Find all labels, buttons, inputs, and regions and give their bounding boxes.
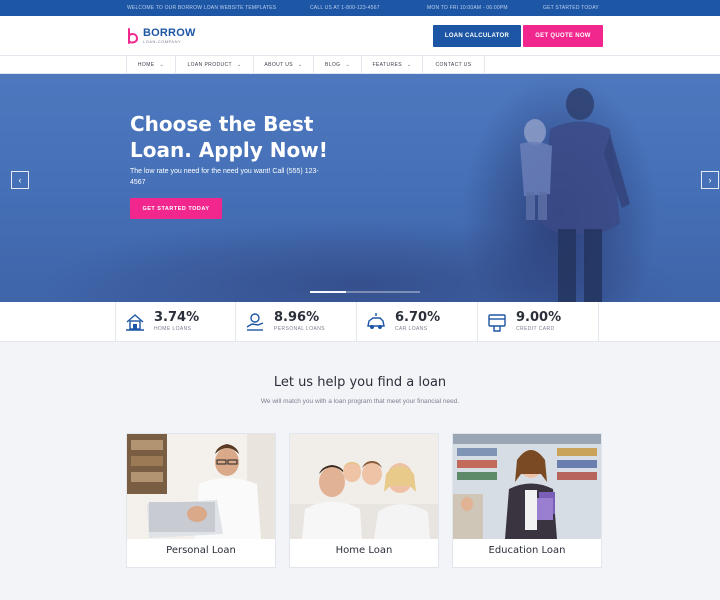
rate-value: 8.96%: [274, 310, 320, 325]
hero-slider: Choose the Best Loan. Apply Now! The low…: [0, 74, 720, 302]
card-label: Home Loan: [335, 545, 393, 556]
rate-label: PERSONAL LOANS: [274, 326, 325, 332]
brand-name: BORROW: [143, 27, 196, 39]
slider-progress-fill: [310, 291, 347, 293]
nav-item-features[interactable]: FEATURES ⌄: [362, 56, 423, 74]
loan-card-home[interactable]: Home Loan: [289, 433, 439, 568]
credit-card-icon: [488, 314, 506, 332]
rate-credit-card[interactable]: 9.00% CREDIT CARD: [478, 302, 599, 342]
rate-value: 9.00%: [516, 310, 562, 325]
rate-label: HOME LOANS: [154, 326, 192, 332]
hero-background-photo: [520, 88, 630, 302]
site-header: BORROW LOAN-COMPANY LOAN CALCULATOR GET …: [0, 16, 720, 55]
hours-text: MON TO FRI 10:00AM - 06:00PM: [427, 5, 508, 11]
top-info-bar: WELCOME TO OUR BORROW LOAN WEBSITE TEMPL…: [0, 0, 720, 16]
hand-money-icon: [246, 313, 264, 331]
slider-next-button[interactable]: ›: [701, 171, 719, 189]
nav-item-loan-product[interactable]: LOAN PRODUCT ⌄: [176, 56, 254, 74]
hero-subtitle: The low rate you need for the need you w…: [130, 168, 319, 186]
nav-item-label: ABOUT US: [264, 62, 294, 68]
brand-logo[interactable]: BORROW LOAN-COMPANY: [127, 23, 196, 49]
hero-title: Choose the Best Loan. Apply Now!: [130, 112, 328, 162]
welcome-text: WELCOME TO OUR BORROW LOAN WEBSITE TEMPL…: [127, 5, 277, 11]
nav-item-label: HOME: [137, 62, 155, 68]
rate-value: 3.74%: [154, 310, 200, 325]
chevron-left-icon: ‹: [18, 175, 22, 185]
nav-item-about-us[interactable]: ABOUT US ⌄: [254, 56, 314, 74]
logo-b-icon: [127, 27, 139, 45]
rate-value: 6.70%: [395, 310, 441, 325]
card-label: Personal Loan: [166, 545, 236, 556]
house-icon: [126, 314, 144, 331]
chevron-down-icon: ⌄: [159, 62, 165, 68]
nav-item-label: FEATURES: [372, 62, 402, 68]
card-image: [127, 434, 275, 539]
nav-item-home[interactable]: HOME ⌄: [126, 56, 176, 74]
get-quote-button[interactable]: GET QUOTE NOW: [523, 25, 603, 47]
main-nav: HOME ⌄ LOAN PRODUCT ⌄ ABOUT US ⌄ BLOG ⌄ FEAT…: [0, 55, 720, 74]
rates-bar: 3.74% HOME LOANS 8.96% PERSONAL LOANS 6.…: [0, 302, 720, 342]
card-image: [290, 434, 438, 539]
brand-tagline: LOAN-COMPANY: [143, 39, 182, 44]
card-image: [453, 434, 601, 539]
nav-item-contact-us[interactable]: CONTACT US: [423, 56, 485, 74]
car-icon: [367, 313, 385, 329]
slider-prev-button[interactable]: ‹: [11, 171, 29, 189]
nav-item-blog[interactable]: BLOG ⌄: [314, 56, 362, 74]
nav-item-label: BLOG: [324, 62, 341, 68]
chevron-down-icon: ⌄: [236, 62, 242, 68]
chevron-down-icon: ⌄: [406, 62, 412, 68]
rate-label: CREDIT CARD: [516, 326, 555, 332]
loan-calculator-button[interactable]: LOAN CALCULATOR: [433, 25, 521, 47]
chevron-right-icon: ›: [708, 175, 712, 185]
nav-item-label: LOAN PRODUCT: [187, 62, 232, 68]
section-title: Let us help you find a loan: [273, 375, 447, 390]
chevron-down-icon: ⌄: [298, 62, 303, 68]
card-label: Education Loan: [488, 545, 566, 556]
loan-card-education[interactable]: Education Loan: [452, 433, 602, 568]
loan-card-personal[interactable]: Personal Loan: [126, 433, 276, 568]
rate-personal-loans[interactable]: 8.96% PERSONAL LOANS: [236, 302, 357, 342]
rate-car-loans[interactable]: 6.70% CAR LOANS: [357, 302, 478, 342]
slider-progress[interactable]: [310, 291, 420, 293]
rate-label: CAR LOANS: [395, 326, 428, 332]
phone-text: CALL US AT 1-800-123-4567: [310, 5, 380, 11]
nav-item-label: CONTACT US: [435, 62, 472, 68]
chevron-down-icon: ⌄: [345, 62, 351, 68]
rate-home-loans[interactable]: 3.74% HOME LOANS: [115, 302, 236, 342]
hero-get-started-button[interactable]: GET STARTED TODAY: [130, 198, 222, 219]
section-subtitle: We will match you with a loan program th…: [260, 398, 460, 405]
top-get-started-link[interactable]: GET STARTED TODAY: [543, 5, 599, 11]
